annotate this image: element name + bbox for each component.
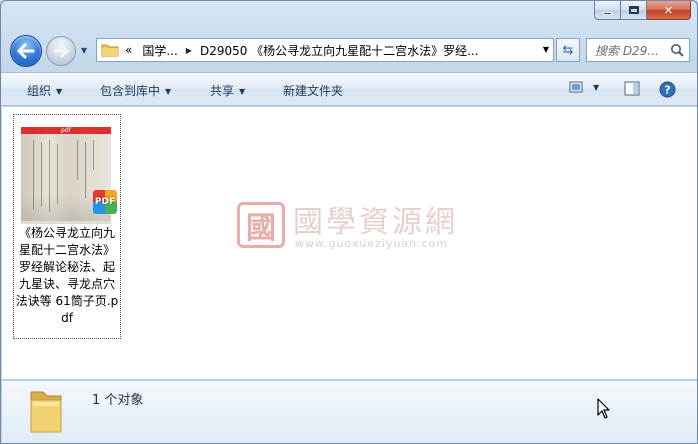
change-view-icon[interactable]: [569, 81, 585, 95]
breadcrumb-separator-icon[interactable]: ▶: [186, 46, 192, 55]
preview-pane-icon[interactable]: [624, 81, 640, 97]
maximize-icon: [628, 6, 639, 14]
details-pane: 1 个对象: [2, 380, 697, 443]
help-icon[interactable]: ?: [659, 81, 676, 98]
explorer-window: ✕ ▼ « 国学... ▶ D29050 《杨公寻龙立向九星配十二宫水法》罗经.…: [0, 0, 698, 444]
new-folder-label: 新建文件夹: [283, 84, 344, 98]
address-dropdown-icon[interactable]: ▼: [543, 45, 549, 54]
caption-buttons: ✕: [594, 1, 691, 20]
refresh-icon: ⇆: [562, 42, 574, 58]
command-toolbar: 组织 ▼ 包含到库中 ▼ 共享 ▼ 新建文件夹 ▼ ?: [1, 72, 697, 106]
breadcrumb-item-current[interactable]: D29050 《杨公寻龙立向九星配十二宫水法》罗经...: [200, 42, 479, 59]
breadcrumb-overflow[interactable]: «: [125, 43, 132, 57]
share-label: 共享: [210, 84, 235, 98]
address-bar[interactable]: « 国学... ▶ D29050 《杨公寻龙立向九星配十二宫水法》罗经... ▼: [96, 38, 554, 62]
chevron-down-icon: ▼: [239, 87, 246, 96]
mouse-pointer-icon: [597, 398, 610, 419]
watermark: 國 國學資源網 www.guoxueziyuan.com: [237, 197, 477, 257]
new-folder-button[interactable]: 新建文件夹: [283, 82, 343, 99]
chevron-down-icon: ▼: [56, 87, 63, 96]
back-arrow-icon: [17, 43, 35, 59]
maximize-button[interactable]: [621, 1, 647, 20]
refresh-button[interactable]: ⇆: [556, 38, 580, 62]
forward-button[interactable]: [46, 36, 76, 66]
file-list-area[interactable]: pdf PDF 《杨公寻龙立向九星配十二宫水法》罗经解论秘法、起九星诀、寻龙点穴…: [2, 107, 697, 379]
view-options-dropdown[interactable]: ▼: [593, 83, 599, 92]
watermark-seal-icon: 國: [237, 202, 285, 248]
include-in-library-menu[interactable]: 包含到库中 ▼: [100, 82, 171, 99]
watermark-url: www.guoxueziyuan.com: [295, 237, 449, 250]
search-placeholder: 搜索 D29...: [595, 43, 659, 58]
minimize-button[interactable]: [594, 1, 621, 20]
search-input[interactable]: 搜索 D29...: [586, 38, 690, 62]
file-name-label: 《杨公寻龙立向九星配十二宫水法》罗经解论秘法、起九星诀、寻龙点穴法诀等 61筒子…: [15, 226, 119, 325]
search-icon: [671, 44, 684, 57]
forward-arrow-icon: [53, 44, 69, 58]
back-button[interactable]: [10, 35, 42, 67]
minimize-icon: [603, 11, 612, 15]
organize-menu[interactable]: 组织 ▼: [27, 82, 62, 99]
navigation-bar: ▼ « 国学... ▶ D29050 《杨公寻龙立向九星配十二宫水法》罗经...…: [1, 32, 697, 70]
pdf-header-mark: pdf: [61, 127, 71, 134]
breadcrumb-item-root[interactable]: 国学...: [142, 42, 177, 59]
folder-icon: [101, 44, 119, 57]
close-button[interactable]: ✕: [647, 1, 691, 20]
include-in-library-label: 包含到库中: [100, 84, 161, 98]
watermark-title: 國學資源網: [293, 205, 458, 240]
recent-pages-dropdown[interactable]: ▼: [81, 46, 91, 56]
folder-icon: [30, 391, 62, 433]
close-icon: ✕: [663, 3, 674, 17]
item-count: 1 个对象: [92, 393, 144, 408]
chevron-down-icon: ▼: [165, 87, 172, 96]
organize-label: 组织: [27, 84, 52, 98]
svg-text:?: ?: [664, 84, 670, 97]
share-menu[interactable]: 共享 ▼: [210, 82, 245, 99]
pdf-file-icon: PDF: [93, 190, 117, 214]
file-item-pdf[interactable]: pdf PDF 《杨公寻龙立向九星配十二宫水法》罗经解论秘法、起九星诀、寻龙点穴…: [13, 114, 121, 339]
